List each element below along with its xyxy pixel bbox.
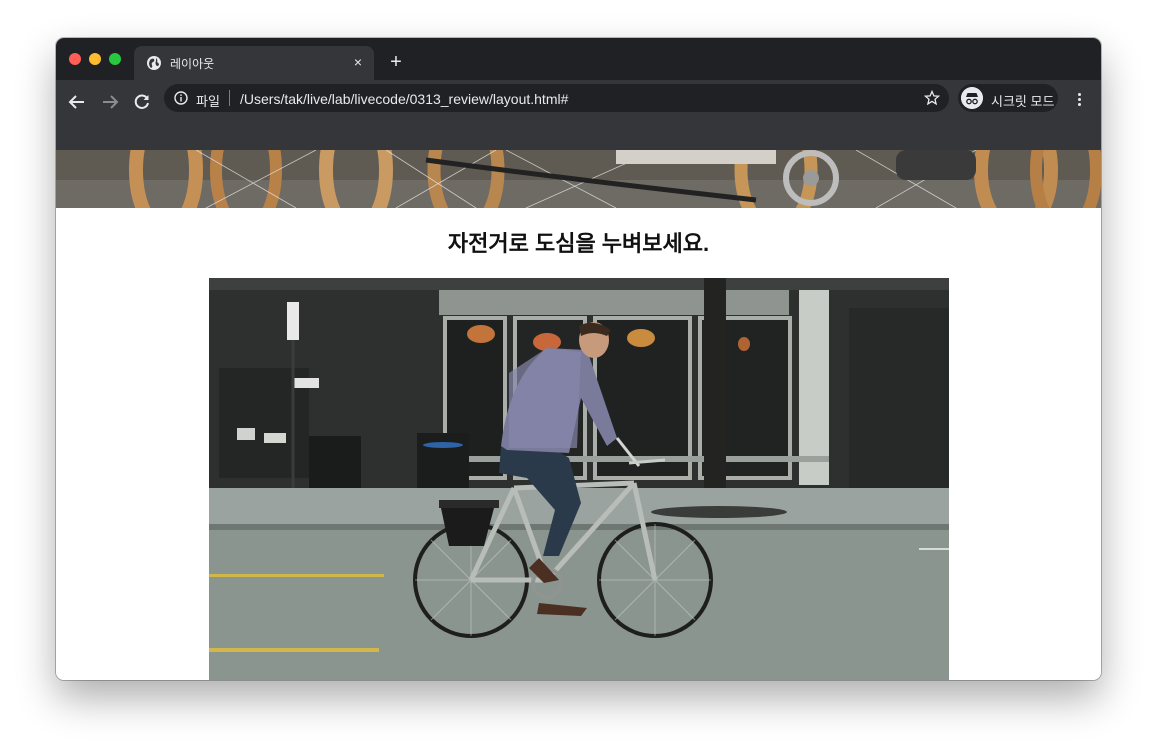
page-title: 자전거로 도심을 누벼보세요. [447, 231, 710, 256]
info-icon[interactable] [174, 91, 188, 105]
cyclist-photo [209, 278, 949, 680]
page-viewport: 자전거로 도심을 누벼보세요. [56, 150, 1101, 680]
incognito-badge[interactable]: 시크릿 모드 [958, 84, 1058, 112]
url-text[interactable]: /Users/tak/live/lab/livecode/0313_review… [240, 91, 568, 107]
close-window-button[interactable] [69, 53, 81, 65]
incognito-icon [961, 87, 983, 109]
tab-strip: 레이아웃 × + [56, 38, 1101, 80]
arrow-right-icon [103, 95, 119, 109]
back-button[interactable] [63, 88, 91, 116]
more-vert-icon[interactable] [1068, 88, 1090, 110]
forward-button[interactable] [96, 88, 124, 116]
reload-icon [134, 94, 149, 109]
banner-image [56, 150, 1101, 208]
browser-window: 레이아웃 × + 파일 /Users/tak/live/lab/livecode… [56, 38, 1101, 680]
reload-button[interactable] [128, 88, 156, 116]
globe-icon [147, 56, 161, 70]
site-info-chip[interactable]: 파일 [196, 91, 220, 110]
address-bar[interactable]: 파일 /Users/tak/live/lab/livecode/0313_rev… [164, 84, 949, 112]
browser-toolbar: 파일 /Users/tak/live/lab/livecode/0313_rev… [56, 80, 1101, 151]
minimize-window-button[interactable] [89, 53, 101, 65]
tab-layout[interactable]: 레이아웃 × [134, 46, 374, 80]
zoom-window-button[interactable] [109, 53, 121, 65]
new-tab-button[interactable]: + [385, 52, 407, 74]
arrow-left-icon [68, 95, 84, 109]
address-divider [229, 90, 230, 106]
tab-close-icon[interactable]: × [350, 54, 366, 70]
star-icon[interactable] [924, 90, 940, 106]
incognito-label: 시크릿 모드 [991, 94, 1055, 109]
tab-title: 레이아웃 [170, 57, 215, 71]
